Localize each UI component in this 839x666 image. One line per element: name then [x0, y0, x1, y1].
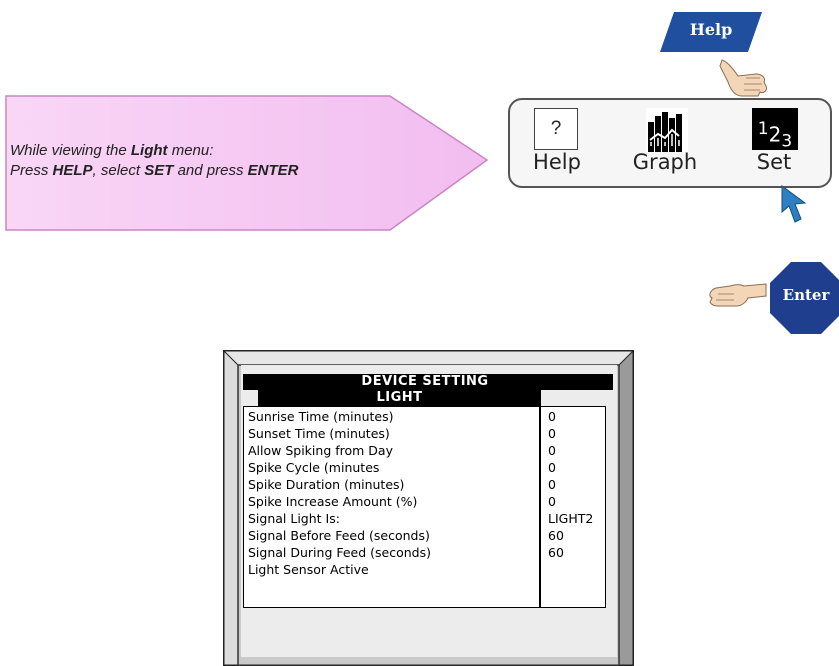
- instruction-line2-e: and press: [173, 162, 248, 179]
- instruction-line2-c: , select: [92, 162, 145, 179]
- pointing-hand-icon: [719, 59, 767, 97]
- instruction-set-word: SET: [144, 162, 174, 179]
- enter-sign-label: Enter: [782, 286, 830, 304]
- cursor-arrow-icon: [781, 185, 807, 223]
- keypad-panel: ? Help Graph 123 Set: [508, 98, 832, 188]
- setting-label-sunset-time: Sunset Time (minutes): [248, 426, 390, 441]
- setting-value-spike-duration[interactable]: 0: [548, 478, 556, 492]
- settings-table: Sunrise Time (minutes) 0 Sunset Time (mi…: [243, 390, 606, 608]
- device-setting-screen: DEVICE SETTING LIGHT Sunrise Time (minut…: [223, 350, 634, 666]
- screen-subtitle: LIGHT: [258, 390, 541, 406]
- setting-value-signal-during-feed[interactable]: 60: [548, 546, 564, 560]
- set-digit-2: 2: [768, 122, 782, 147]
- setting-label-allow-spiking: Allow Spiking from Day: [248, 443, 393, 458]
- setting-value-spike-increase[interactable]: 0: [548, 495, 556, 509]
- setting-label-sunrise-time: Sunrise Time (minutes): [248, 409, 394, 424]
- set-key-label: Set: [756, 150, 792, 174]
- instruction-line1-post: menu:: [167, 142, 214, 159]
- question-mark-icon: ?: [534, 108, 578, 150]
- setting-label-light-sensor-active: Light Sensor Active: [248, 562, 369, 577]
- setting-label-spike-duration: Spike Duration (minutes): [248, 477, 405, 492]
- help-key[interactable]: ? Help: [510, 108, 604, 188]
- instruction-line2-a: Press: [10, 162, 53, 179]
- help-key-flag[interactable]: Help: [660, 12, 762, 52]
- setting-value-signal-light[interactable]: LIGHT2: [548, 512, 593, 526]
- set-digit-3: 3: [781, 131, 793, 152]
- set-digits-icon: 123: [752, 108, 798, 152]
- instruction-help-word: HELP: [52, 162, 93, 179]
- setting-label-signal-during-feed: Signal During Feed (seconds): [248, 545, 432, 560]
- setting-label-spike-cycle: Spike Cycle (minutes: [248, 460, 380, 475]
- enter-key-sign[interactable]: Enter: [770, 262, 839, 334]
- setting-label-signal-before-feed: Signal Before Feed (seconds): [248, 528, 430, 543]
- graph-key-label: Graph: [632, 150, 698, 174]
- help-flag-label: Help: [689, 20, 733, 39]
- setting-value-sunrise-time[interactable]: 0: [548, 410, 556, 424]
- set-digit-1: 1: [757, 119, 769, 139]
- instruction-callout: While viewing the Light menu: Press HELP…: [0, 58, 500, 236]
- setting-value-allow-spiking[interactable]: 0: [548, 444, 556, 458]
- pointing-hand-enter-icon: [709, 283, 767, 307]
- help-key-label: Help: [533, 150, 581, 174]
- instruction-light-word: Light: [130, 142, 168, 159]
- setting-value-signal-before-feed[interactable]: 60: [548, 529, 564, 543]
- graph-key[interactable]: Graph: [610, 108, 720, 188]
- column-divider: [539, 390, 541, 607]
- setting-value-sunset-time[interactable]: 0: [548, 427, 556, 441]
- setting-label-spike-increase: Spike Increase Amount (%): [248, 494, 418, 509]
- instruction-text: While viewing the Light menu: Press HELP…: [10, 141, 298, 181]
- set-key[interactable]: 123 Set: [720, 108, 828, 188]
- graph-icon: [646, 108, 688, 152]
- instruction-enter-word: ENTER: [247, 162, 299, 179]
- setting-label-signal-light: Signal Light Is:: [248, 511, 340, 526]
- setting-value-spike-cycle[interactable]: 0: [548, 461, 556, 475]
- instruction-line1-pre: While viewing the: [10, 142, 131, 159]
- screen-title: DEVICE SETTING: [243, 374, 613, 390]
